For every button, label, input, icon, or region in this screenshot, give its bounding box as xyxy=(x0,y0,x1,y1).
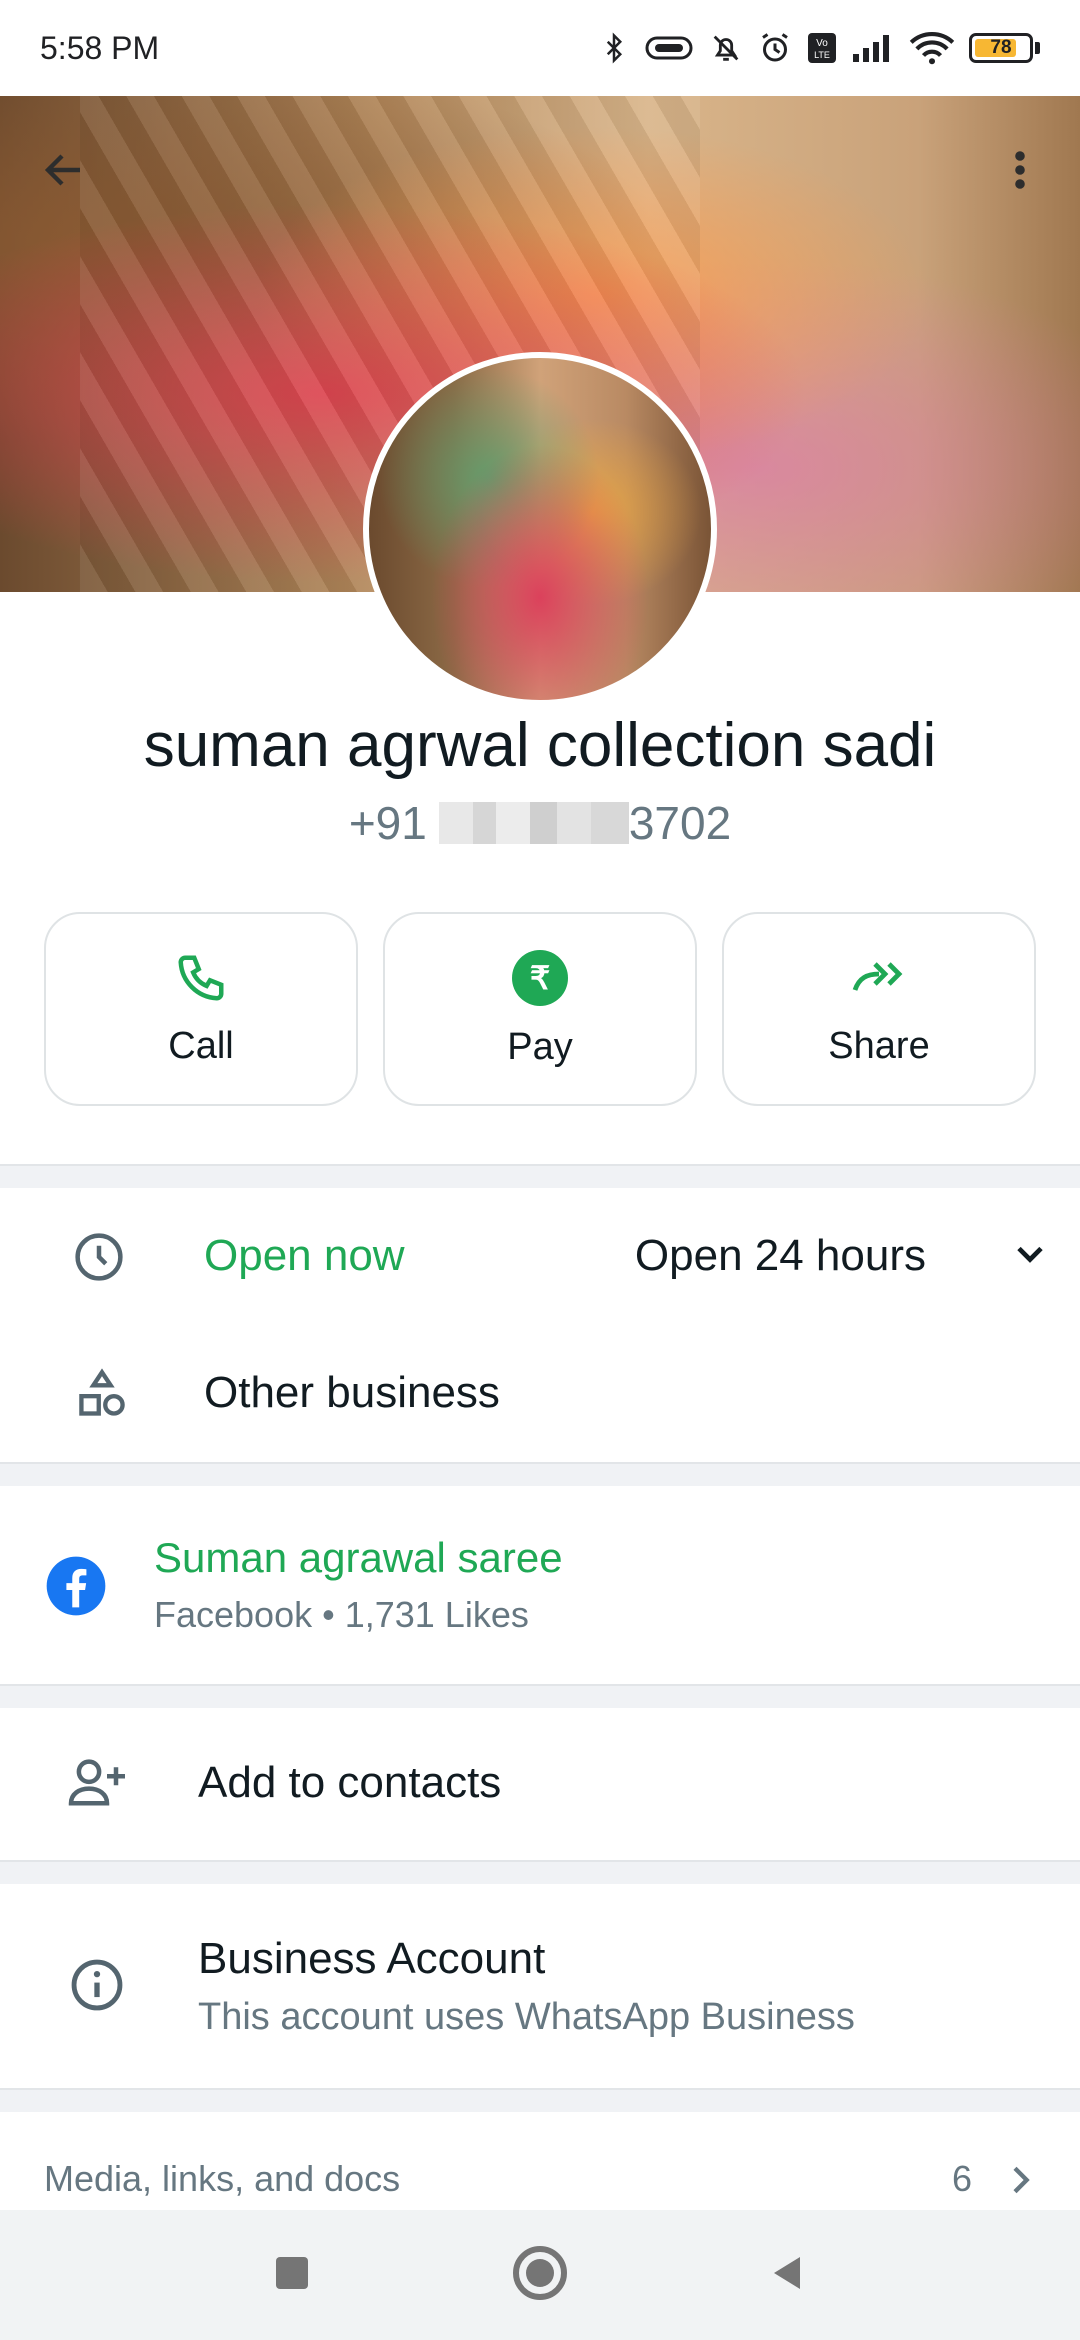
share-forward-icon xyxy=(852,961,903,991)
recents-button[interactable] xyxy=(272,2253,312,2298)
section-divider xyxy=(0,1684,1080,1708)
shapes-icon xyxy=(76,1368,128,1420)
system-navigation-bar xyxy=(0,2210,1080,2340)
square-icon xyxy=(276,2256,308,2289)
vibrate-icon xyxy=(645,36,693,60)
add-person-icon xyxy=(66,1756,130,1810)
wifi-icon xyxy=(909,32,955,65)
share-label: Share xyxy=(828,1024,930,1067)
pay-button[interactable]: ₹ Pay xyxy=(383,912,697,1106)
add-to-contacts-label: Add to contacts xyxy=(198,1758,502,1807)
business-account-subtitle: This account uses WhatsApp Business xyxy=(198,1996,855,2038)
svg-text:LTE: LTE xyxy=(814,50,830,60)
volte-icon: VoLTE xyxy=(808,33,836,63)
status-icons: Vo LTE 78 xyxy=(599,30,1040,66)
system-back-button[interactable] xyxy=(768,2253,808,2298)
business-account-row[interactable] xyxy=(0,1882,1080,2088)
status-bar: 5:58 PM Vo LTE 78 xyxy=(0,0,1080,96)
more-vert-icon xyxy=(1015,151,1025,189)
hours-status: Open now xyxy=(204,1231,405,1280)
chevron-right-icon xyxy=(1000,2158,1040,2207)
hours-value: Open 24 hours xyxy=(634,1231,926,1280)
business-category-row: Other business xyxy=(0,1324,1080,1462)
signal-icon xyxy=(853,35,889,62)
battery-level: 78 xyxy=(990,37,1012,58)
share-button[interactable]: Share xyxy=(722,912,1036,1106)
profile-phone: +91 3702 xyxy=(0,796,1080,850)
home-button[interactable] xyxy=(512,2245,568,2306)
triangle-back-icon xyxy=(774,2256,800,2289)
call-button[interactable]: Call xyxy=(44,912,358,1106)
facebook-link-row[interactable] xyxy=(0,1484,1080,1684)
call-label: Call xyxy=(168,1024,234,1067)
action-buttons: Call ₹ Pay Share xyxy=(44,912,1036,1108)
phone-suffix: 3702 xyxy=(628,797,732,849)
section-divider xyxy=(0,1860,1080,1884)
svg-text:Vo: Vo xyxy=(816,38,828,49)
section-divider xyxy=(0,1462,1080,1486)
profile-avatar[interactable] xyxy=(363,352,717,706)
profile-name: suman agrwal collection sadi xyxy=(143,711,937,780)
add-to-contacts-row[interactable]: Add to contacts xyxy=(0,1706,1080,1860)
alarm-icon xyxy=(762,33,788,62)
facebook-icon xyxy=(44,1554,108,1618)
chevron-down-icon[interactable] xyxy=(1008,1232,1052,1281)
phone-icon xyxy=(178,955,224,1001)
pay-label: Pay xyxy=(507,1025,573,1068)
section-divider xyxy=(0,1164,1080,1188)
info-icon xyxy=(68,1956,126,2014)
status-time: 5:58 PM xyxy=(40,29,160,66)
clock-icon xyxy=(72,1230,126,1284)
media-links-docs-label: Media, links, and docs xyxy=(44,2158,401,2199)
facebook-page-title[interactable]: Suman agrawal saree xyxy=(154,1534,563,1582)
facebook-page-subtitle: Facebook • 1,731 Likes xyxy=(154,1594,529,1635)
battery-icon: 78 xyxy=(969,33,1040,63)
business-hours-row[interactable]: Open now Open 24 hours xyxy=(0,1188,1080,1324)
bluetooth-icon xyxy=(606,32,623,64)
rupee-icon: ₹ xyxy=(512,949,568,1006)
back-button[interactable] xyxy=(24,130,104,210)
mute-icon xyxy=(713,35,739,61)
phone-prefix: +91 xyxy=(348,797,427,849)
business-account-title: Business Account xyxy=(198,1934,546,1983)
phone-redacted xyxy=(438,802,629,844)
media-count: 6 xyxy=(951,2158,972,2199)
circle-icon xyxy=(513,2245,567,2300)
arrow-left-icon xyxy=(44,154,80,186)
business-category: Other business xyxy=(204,1368,500,1417)
more-options-button[interactable] xyxy=(980,130,1060,210)
section-divider xyxy=(0,2088,1080,2112)
